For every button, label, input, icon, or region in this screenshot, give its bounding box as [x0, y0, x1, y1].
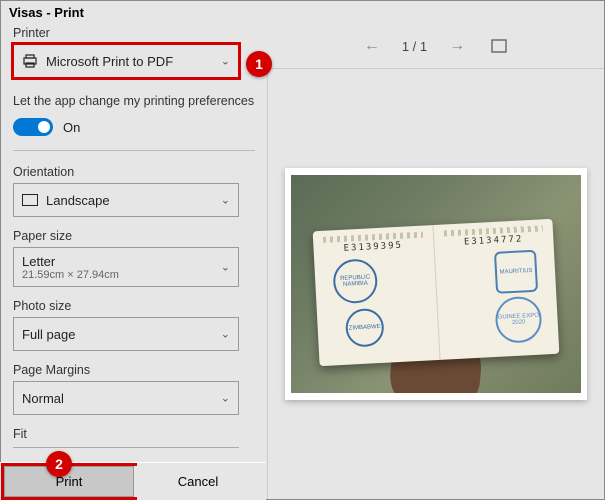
margins-label: Page Margins	[13, 363, 255, 377]
papersize-label: Paper size	[13, 229, 255, 243]
printer-value: Microsoft Print to PDF	[46, 54, 173, 69]
pref-toggle[interactable]	[13, 118, 53, 136]
annotation-badge-1: 1	[246, 51, 272, 77]
divider	[13, 150, 255, 151]
preview-sheet: E3139395 REPUBLIC NAMIBIA ZIMBABWE E3134…	[285, 168, 587, 400]
cancel-button[interactable]: Cancel	[134, 466, 262, 497]
stamp-mauritius: MAURITIUS	[494, 250, 538, 294]
preview-area: E3139395 REPUBLIC NAMIBIA ZIMBABWE E3134…	[267, 68, 604, 499]
pref-toggle-row: On	[13, 118, 255, 136]
fit-label: Fit	[13, 427, 255, 441]
toggle-state: On	[63, 120, 80, 135]
page-indicator: 1 / 1	[402, 39, 427, 54]
settings-panel: Printer Microsoft Print to PDF ⌄ Let the…	[1, 24, 267, 499]
stamp-guinee: GUINEE EXPO 2020	[494, 296, 542, 344]
preview-image: E3139395 REPUBLIC NAMIBIA ZIMBABWE E3134…	[291, 175, 581, 393]
window-title: Visas - Print	[1, 1, 604, 24]
chevron-down-icon: ⌄	[221, 328, 230, 341]
photosize-select[interactable]: Full page ⌄	[13, 317, 239, 351]
prev-page-button[interactable]: ←	[360, 34, 384, 58]
papersize-select[interactable]: Letter 21.59cm × 27.94cm ⌄	[13, 247, 239, 287]
passport-page-right: E3134772 MAURITIUS GUINEE EXPO 2020	[433, 219, 559, 360]
orientation-label: Orientation	[13, 165, 255, 179]
margins-value: Normal	[22, 391, 64, 406]
papersize-value: Letter	[22, 254, 55, 269]
printer-select[interactable]: Microsoft Print to PDF ⌄	[13, 44, 239, 78]
preview-panel: ← 1 / 1 → E3139395 REPUBLIC NAM	[267, 24, 604, 499]
next-page-button[interactable]: →	[445, 34, 469, 58]
printer-label: Printer	[13, 26, 255, 40]
stamp-namibia: REPUBLIC NAMIBIA	[332, 258, 378, 304]
pref-label: Let the app change my printing preferenc…	[13, 94, 255, 108]
orientation-select[interactable]: Landscape ⌄	[13, 183, 239, 217]
dialog-body: Printer Microsoft Print to PDF ⌄ Let the…	[1, 24, 604, 499]
chevron-down-icon: ⌄	[221, 392, 230, 405]
stamp-zimbabwe: ZIMBABWE	[345, 308, 385, 348]
fit-divider	[13, 447, 239, 453]
margins-select[interactable]: Normal ⌄	[13, 381, 239, 415]
papersize-dimensions: 21.59cm × 27.94cm	[22, 269, 119, 281]
printer-icon	[22, 53, 38, 69]
passport-page-left: E3139395 REPUBLIC NAMIBIA ZIMBABWE	[313, 225, 440, 366]
photosize-label: Photo size	[13, 299, 255, 313]
print-dialog: Visas - Print Printer Microsoft Print to…	[0, 0, 605, 500]
chevron-down-icon: ⌄	[221, 55, 230, 68]
preview-toolbar: ← 1 / 1 →	[267, 24, 604, 68]
action-bar: Print Cancel	[0, 462, 266, 500]
chevron-down-icon: ⌄	[221, 194, 230, 207]
orientation-value: Landscape	[46, 193, 110, 208]
fit-page-icon[interactable]	[487, 34, 511, 58]
annotation-badge-2: 2	[46, 451, 72, 477]
passport: E3139395 REPUBLIC NAMIBIA ZIMBABWE E3134…	[313, 219, 560, 366]
landscape-icon	[22, 194, 38, 206]
chevron-down-icon: ⌄	[221, 261, 230, 274]
photosize-value: Full page	[22, 327, 75, 342]
